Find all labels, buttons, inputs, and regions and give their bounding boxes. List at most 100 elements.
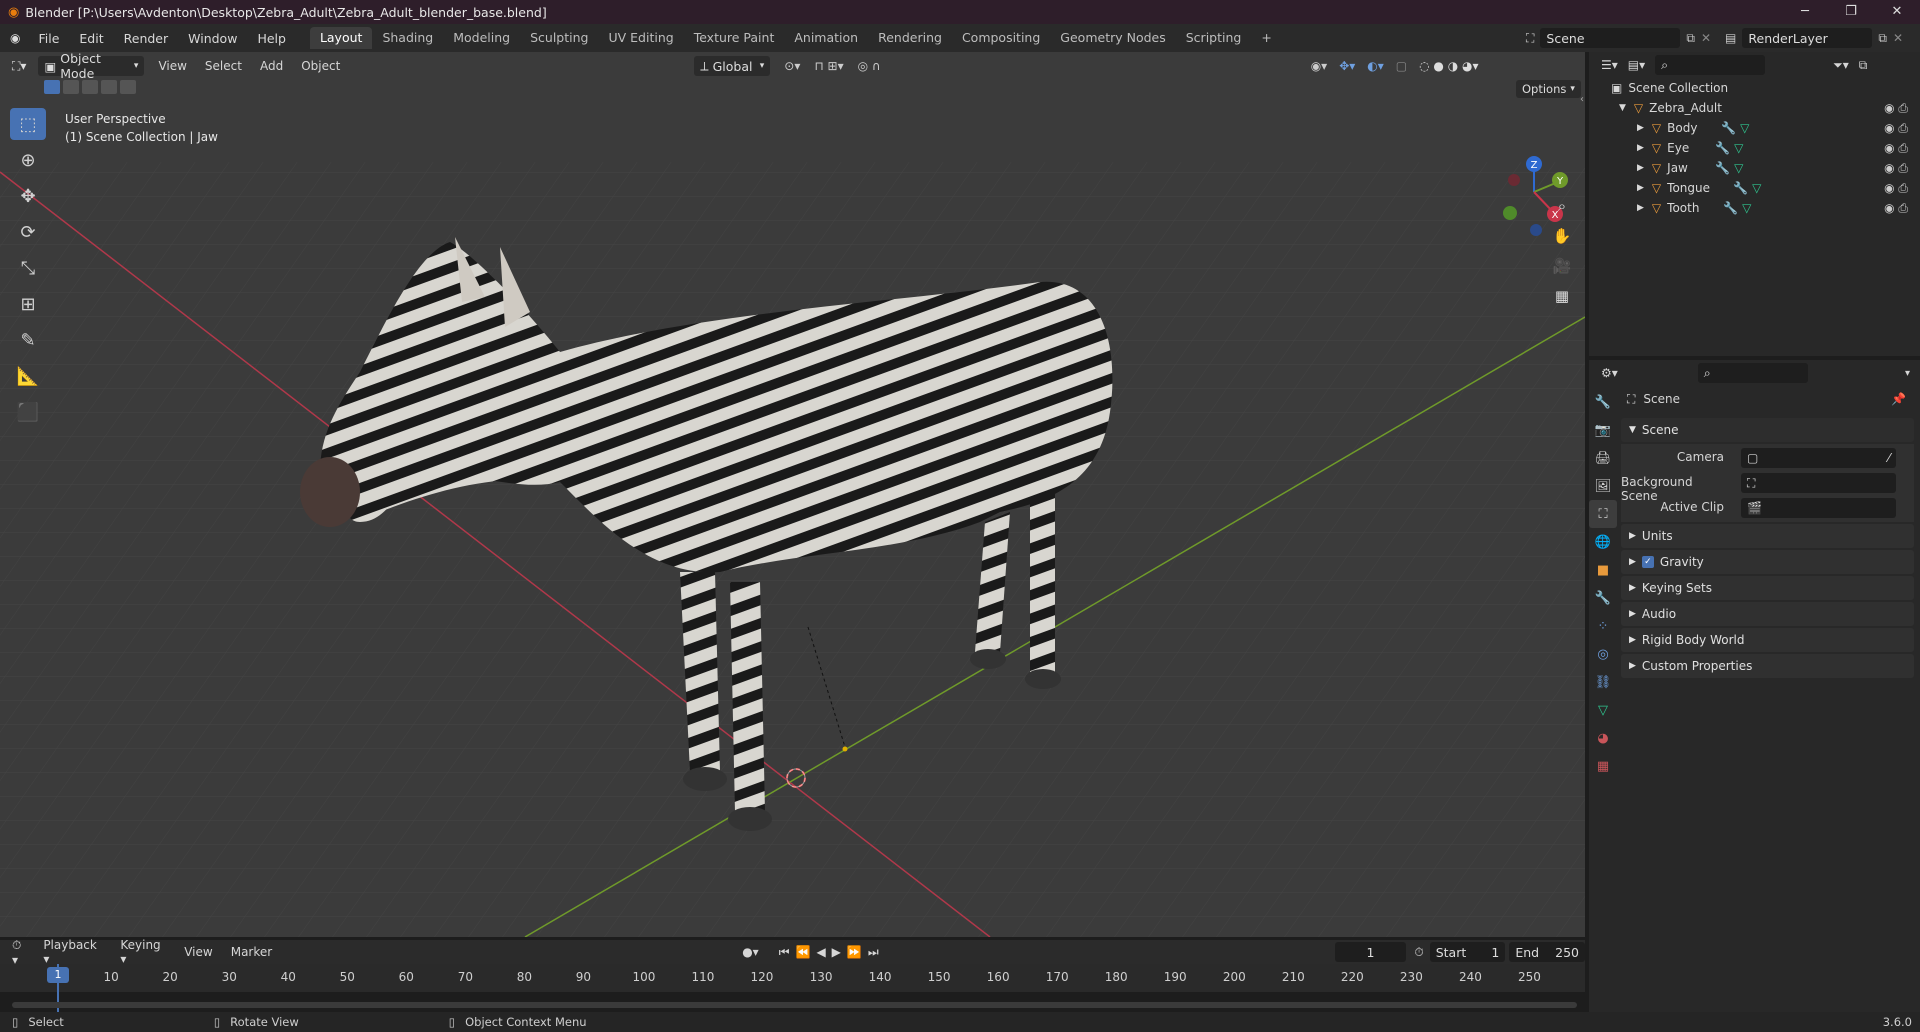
measure-tool-icon[interactable]: 📐 (10, 360, 46, 392)
ortho-toggle-icon[interactable]: ▦ (1548, 282, 1576, 310)
menu-help[interactable]: Help (247, 31, 296, 46)
chevron-down-icon[interactable]: ▾ (1905, 368, 1910, 379)
visibility-eye-icon[interactable]: ◉ ⎙ (1884, 161, 1908, 176)
tab-animation[interactable]: Animation (784, 27, 868, 49)
expand-arrow-icon[interactable]: ▶ (1637, 123, 1644, 133)
playback-controls[interactable]: ⏮⏪◀▶⏩⏭ (779, 945, 885, 960)
outliner-item[interactable]: ▶ ▽ Body 🔧 ▽ ◉ ⎙ (1611, 118, 1920, 138)
new-layer-icon[interactable]: ⧉ (1878, 31, 1887, 46)
expand-arrow-icon[interactable]: ▶ (1637, 183, 1644, 193)
scene-icon[interactable]: ⛶ (1526, 31, 1534, 46)
close-button[interactable]: ✕ (1874, 0, 1920, 24)
render-layer-selector[interactable]: RenderLayer (1742, 28, 1873, 48)
camera-field[interactable]: ▢ ⁄ (1741, 448, 1896, 468)
object-tab-icon[interactable]: ■ (1589, 556, 1617, 584)
scale-tool-icon[interactable]: ⤡ (10, 252, 46, 284)
audio-panel[interactable]: ▶ Audio (1621, 602, 1914, 626)
stopwatch-icon[interactable]: ⏱ (1414, 945, 1423, 960)
scene-tab-icon[interactable]: ⛶ (1589, 500, 1617, 528)
active-clip-field[interactable]: 🎬 (1741, 498, 1896, 518)
delete-layer-icon[interactable]: ✕ (1893, 31, 1903, 45)
maximize-button[interactable]: ❐ (1828, 0, 1874, 24)
xray-icon[interactable]: ▢ (1396, 59, 1407, 73)
expand-arrow-icon[interactable]: ▼ (1619, 103, 1626, 113)
view-layer-tab-icon[interactable]: 🖼 (1589, 472, 1617, 500)
outliner-item[interactable]: ▶ ▽ Eye 🔧 ▽ ◉ ⎙ (1611, 138, 1920, 158)
visibility-eye-icon[interactable]: ◉ ⎙ (1884, 201, 1908, 216)
data-tab-icon[interactable]: ▽ (1589, 696, 1617, 724)
outliner-item[interactable]: ▶ ▽ Tooth 🔧 ▽ ◉ ⎙ (1611, 198, 1920, 218)
menu-file[interactable]: File (28, 31, 69, 46)
tab-shading[interactable]: Shading (372, 27, 443, 49)
select-extend-icon[interactable] (63, 80, 79, 94)
minimize-button[interactable]: ─ (1782, 0, 1828, 24)
menu-add[interactable]: Add (260, 59, 283, 73)
output-tab-icon[interactable]: 🖨 (1589, 444, 1617, 472)
tab-geometry-nodes[interactable]: Geometry Nodes (1050, 27, 1175, 49)
units-panel[interactable]: ▶ Units (1621, 524, 1914, 548)
keying-sets-panel[interactable]: ▶ Keying Sets (1621, 576, 1914, 600)
timeline-ruler[interactable]: 1102030405060708090100110120130140150160… (0, 964, 1585, 992)
editor-type-icon[interactable]: ⚙▾ (1601, 366, 1618, 380)
display-mode-icon[interactable]: ▤▾ (1628, 58, 1645, 72)
scene-selector[interactable]: Scene (1540, 28, 1681, 48)
outliner-item[interactable]: ▶ ▽ Jaw 🔧 ▽ ◉ ⎙ (1611, 158, 1920, 178)
blender-menu-icon[interactable]: ◉ (0, 31, 28, 45)
background-scene-field[interactable]: ⛶ (1741, 473, 1896, 493)
menu-object[interactable]: Object (301, 59, 340, 73)
menu-view[interactable]: View (158, 59, 186, 73)
timeline-editor-icon[interactable]: ⏱▾ (12, 938, 27, 967)
current-frame-field[interactable]: 1 (1334, 942, 1407, 962)
select-subtract-icon[interactable] (82, 80, 98, 94)
mode-dropdown[interactable]: ▣ Object Mode ▾ (38, 52, 145, 81)
pin-icon[interactable]: 📌 (1891, 392, 1906, 406)
marker-menu[interactable]: Marker (231, 945, 272, 959)
tab-scripting[interactable]: Scripting (1176, 27, 1252, 49)
timeline-scrollbar[interactable] (12, 1002, 1577, 1008)
visibility-eye-icon[interactable]: ◉ ⎙ (1884, 121, 1908, 136)
tab-texture-paint[interactable]: Texture Paint (684, 27, 785, 49)
tool-tab-icon[interactable]: 🔧 (1589, 388, 1617, 416)
gizmo-toggle-icon[interactable]: ✥▾ (1339, 59, 1355, 73)
annotate-tool-icon[interactable]: ✎ (10, 324, 46, 356)
expand-arrow-icon[interactable]: ▶ (1637, 143, 1644, 153)
visibility-icon[interactable]: ◉▾ (1311, 59, 1328, 73)
timeline-view-menu[interactable]: View (184, 945, 212, 959)
visibility-eye-icon[interactable]: ◉ ⎙ (1884, 141, 1908, 156)
menu-edit[interactable]: Edit (69, 31, 113, 46)
tab-sculpting[interactable]: Sculpting (520, 27, 598, 49)
tab-compositing[interactable]: Compositing (952, 27, 1050, 49)
properties-search[interactable]: ⌕ (1697, 363, 1808, 383)
visibility-eye-icon[interactable]: ◉ ⎙ (1884, 101, 1908, 116)
record-icon[interactable]: ●▾ (742, 945, 759, 959)
overlay-toggle-icon[interactable]: ◐▾ (1367, 59, 1384, 73)
custom-properties-panel[interactable]: ▶ Custom Properties (1621, 654, 1914, 678)
editor-type-icon[interactable]: ⛶▾ (12, 59, 26, 74)
playback-menu[interactable]: Playback ▾ (43, 938, 106, 966)
tab-uv-editing[interactable]: UV Editing (598, 27, 683, 49)
render-layer-icon[interactable]: ▤ (1725, 31, 1736, 45)
filter-icon[interactable]: ⏷▾ (1833, 58, 1849, 73)
physics-tab-icon[interactable]: ◎ (1589, 640, 1617, 668)
end-frame-field[interactable]: End 250 (1509, 942, 1586, 962)
proportional-edit-icon[interactable]: ◎ ∩ (858, 59, 881, 73)
move-tool-icon[interactable]: ✥ (10, 180, 46, 212)
select-new-icon[interactable] (44, 80, 60, 94)
visibility-eye-icon[interactable]: ◉ ⎙ (1884, 181, 1908, 196)
tab-rendering[interactable]: Rendering (868, 27, 952, 49)
camera-view-icon[interactable]: 🎥 (1548, 252, 1576, 280)
outliner-search[interactable]: ⌕ (1655, 55, 1766, 75)
shading-modes-icon[interactable]: ◌ ● ◑ ◕▾ (1419, 59, 1478, 73)
tab-modeling[interactable]: Modeling (443, 27, 520, 49)
world-tab-icon[interactable]: 🌐 (1589, 528, 1617, 556)
tab-layout[interactable]: Layout (309, 27, 373, 49)
gravity-checkbox[interactable]: ✓ (1641, 556, 1654, 568)
orientation-dropdown[interactable]: ⟂ Global ▾ (694, 56, 771, 76)
keying-menu[interactable]: Keying ▾ (120, 938, 170, 966)
material-tab-icon[interactable]: ◕ (1589, 724, 1617, 752)
menu-window[interactable]: Window (178, 31, 247, 46)
expand-arrow-icon[interactable]: ▶ (1637, 203, 1644, 213)
add-cube-tool-icon[interactable]: ⬛ (10, 396, 46, 428)
snap-icon[interactable]: ⊓ ⊞▾ (814, 59, 843, 73)
rotate-tool-icon[interactable]: ⟳ (10, 216, 46, 248)
